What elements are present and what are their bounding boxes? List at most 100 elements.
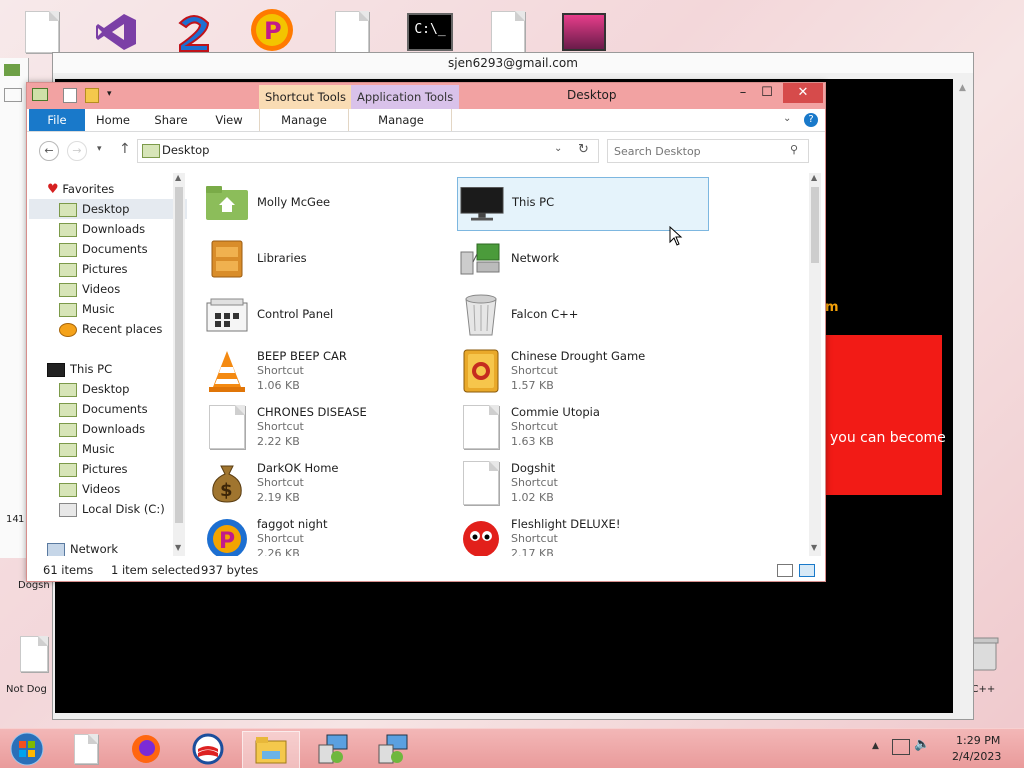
tab-share[interactable]: Share	[149, 109, 193, 131]
thispc-group[interactable]: This PC	[47, 359, 112, 379]
search-input[interactable]	[612, 142, 786, 160]
list-item[interactable]: Control Panel	[203, 289, 453, 341]
title-bar[interactable]: ▾ Shortcut Tools Application Tools Deskt…	[27, 83, 825, 109]
list-item[interactable]: $ DarkOK Home Shortcut 2.19 KB	[203, 457, 453, 509]
scroll-down-icon[interactable]: ▼	[175, 543, 181, 552]
back-button[interactable]: ←	[39, 141, 59, 161]
network-tray-icon[interactable]	[892, 739, 910, 755]
expand-ribbon-icon[interactable]: ⌄	[783, 113, 791, 124]
nav-item-recent-places[interactable]: Recent places	[59, 319, 162, 339]
file-icon[interactable]	[484, 8, 532, 56]
nav-item-downloads[interactable]: Downloads	[59, 219, 145, 239]
list-item[interactable]: Fleshlight DELUXE! Shortcut 2.17 KB	[457, 513, 707, 556]
list-item[interactable]: Commie Utopia Shortcut 1.63 KB	[457, 401, 707, 453]
nav-item-pc-downloads[interactable]: Downloads	[59, 419, 145, 439]
up-button[interactable]: ↑	[119, 141, 131, 157]
cmd-icon[interactable]: C:\_	[406, 8, 454, 56]
list-item[interactable]: BEEP BEEP CAR Shortcut 1.06 KB	[203, 345, 453, 397]
ribbon-tabs: File Home Share View Manage Manage ⌄ ?	[27, 109, 825, 132]
firefox-icon[interactable]	[118, 731, 174, 767]
file-icon[interactable]	[10, 630, 58, 678]
scroll-up-icon[interactable]: ▲	[175, 173, 181, 182]
address-bar[interactable]: Desktop ⌄ ↻	[137, 139, 599, 163]
large-icons-view-icon[interactable]	[799, 564, 815, 577]
nav-scrollbar[interactable]: ▲ ▼	[173, 173, 185, 556]
list-item-selected[interactable]: This PC	[457, 177, 709, 231]
tab-home[interactable]: Home	[91, 109, 135, 131]
minimize-button[interactable]: –	[731, 83, 755, 103]
forward-button[interactable]: →	[67, 141, 87, 161]
quick-access-dropdown-icon[interactable]: ▾	[107, 89, 112, 99]
address-text[interactable]: Desktop	[162, 143, 209, 157]
refresh-icon[interactable]: ↻	[578, 142, 589, 157]
window-title: sjen6293@gmail.com	[53, 53, 973, 73]
properties-icon[interactable]	[63, 88, 77, 103]
recent-locations-icon[interactable]: ▾	[97, 144, 102, 154]
maximize-button[interactable]: ☐	[755, 83, 779, 103]
list-item[interactable]: Libraries	[203, 233, 453, 285]
tab-shortcut-tools[interactable]: Shortcut Tools	[259, 85, 352, 109]
list-item[interactable]: Falcon C++	[457, 289, 707, 341]
nav-item-videos[interactable]: Videos	[59, 279, 120, 299]
mouse-cursor-icon	[669, 226, 683, 246]
documents-folder-icon	[59, 242, 77, 257]
downloads-folder-icon	[59, 222, 77, 237]
nav-item-pc-pictures[interactable]: Pictures	[59, 459, 128, 479]
new-folder-icon[interactable]	[85, 88, 99, 103]
close-button[interactable]: ✕	[783, 83, 823, 103]
tab-manage-application[interactable]: Manage	[351, 109, 452, 131]
nav-item-pc-documents[interactable]: Documents	[59, 399, 148, 419]
search-box[interactable]: ⚲	[607, 139, 809, 163]
background-window-sliver[interactable]: 14 1	[0, 58, 29, 558]
clock-time[interactable]: 1:29 PM	[956, 734, 1000, 747]
file-explorer-icon[interactable]	[242, 731, 300, 768]
tab-file[interactable]: File	[29, 109, 85, 131]
nav-item-pc-music[interactable]: Music	[59, 439, 115, 459]
clock-date[interactable]: 2/4/2023	[952, 750, 1001, 763]
help-icon[interactable]: ?	[804, 113, 818, 127]
scroll-thumb[interactable]	[175, 187, 183, 523]
explorer-window[interactable]: ▾ Shortcut Tools Application Tools Deskt…	[26, 82, 826, 582]
list-item[interactable]: Molly McGee	[203, 177, 453, 229]
remote-desktop-icon[interactable]	[306, 731, 362, 767]
network-group[interactable]: Network	[47, 539, 118, 556]
search-icon[interactable]: ⚲	[790, 143, 798, 156]
start-button[interactable]	[2, 731, 52, 767]
list-item[interactable]: P faggot night Shortcut 2.26 KB	[203, 513, 453, 556]
list-item[interactable]: Dogshit Shortcut 1.02 KB	[457, 457, 707, 509]
scroll-up-icon[interactable]: ▲	[959, 83, 966, 93]
file-icon[interactable]	[328, 8, 376, 56]
show-hidden-icons-button[interactable]: ▲	[872, 741, 879, 751]
address-dropdown-icon[interactable]: ⌄	[554, 143, 562, 154]
nav-item-pictures[interactable]: Pictures	[59, 259, 128, 279]
favorites-group[interactable]: ♥ Favorites	[47, 179, 114, 199]
nav-item-pc-desktop[interactable]: Desktop	[59, 379, 129, 399]
video-icon[interactable]	[560, 8, 608, 56]
nav-item-music[interactable]: Music	[59, 299, 115, 319]
chinese-2-icon[interactable]	[170, 8, 218, 56]
list-item[interactable]: CHRONES DISEASE Shortcut 2.22 KB	[203, 401, 453, 453]
volume-icon[interactable]: 🔈	[914, 737, 930, 752]
scroll-down-icon[interactable]: ▼	[811, 543, 817, 552]
nav-item-pc-videos[interactable]: Videos	[59, 479, 120, 499]
list-item[interactable]: Chinese Drought Game Shortcut 1.57 KB	[457, 345, 707, 397]
p-app-icon[interactable]: P	[248, 6, 296, 54]
scrollbar[interactable]: ▲	[955, 79, 973, 713]
tab-manage-shortcut[interactable]: Manage	[259, 109, 349, 131]
desktop-icon-label[interactable]: Not Dog	[6, 684, 47, 695]
thispc-label: This PC	[70, 362, 113, 376]
tab-view[interactable]: View	[207, 109, 251, 131]
remote-desktop-icon[interactable]	[366, 731, 422, 767]
content-scrollbar[interactable]: ▲ ▼	[809, 173, 821, 556]
scroll-thumb[interactable]	[811, 187, 819, 263]
nav-item-local-disk[interactable]: Local Disk (C:)	[59, 499, 165, 519]
file-icon[interactable]	[18, 8, 66, 56]
visual-studio-icon[interactable]	[92, 8, 140, 56]
taskbar-file-button[interactable]	[58, 731, 114, 767]
nav-item-documents[interactable]: Documents	[59, 239, 148, 259]
nav-item-desktop[interactable]: Desktop	[29, 199, 187, 219]
scroll-up-icon[interactable]: ▲	[811, 173, 817, 182]
obama-logo-icon[interactable]	[180, 731, 236, 767]
details-view-icon[interactable]	[777, 564, 793, 577]
tab-application-tools[interactable]: Application Tools	[351, 85, 460, 109]
